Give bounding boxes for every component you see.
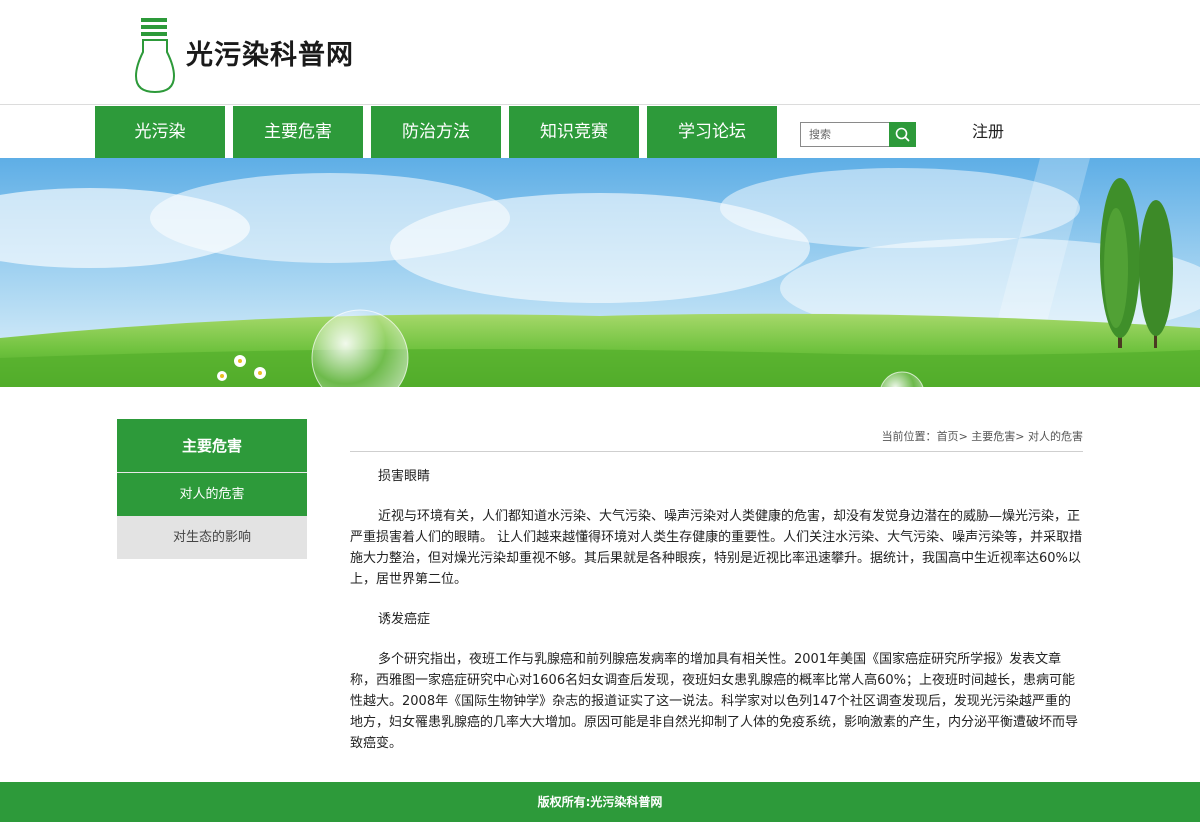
search-icon [895,127,910,142]
breadcrumb-level1[interactable]: 主要危害 [971,430,1015,443]
sidebar: 主要危害 对人的危害 对生态的影响 [117,419,307,559]
nav-item-prevention[interactable]: 防治方法 [371,106,501,158]
main-content: 当前位置：首页> 主要危害> 对人的危害 损害眼睛 近视与环境有关，人们都知道水… [350,425,1083,773]
site-title[interactable]: 光污染科普网 [186,38,354,74]
breadcrumb-prefix: 当前位置： [881,430,937,443]
sidebar-heading: 主要危害 [117,419,307,473]
main-nav: 光污染 主要危害 防治方法 知识竞赛 学习论坛 注册 [0,106,1200,158]
section-body-cancer: 多个研究指出，夜班工作与乳腺癌和前列腺癌发病率的增加具有相关性。2001年美国《… [350,652,1079,751]
search-input[interactable] [800,122,890,147]
register-link[interactable]: 注册 [960,106,1016,158]
nav-item-light-pollution[interactable]: 光污染 [95,106,225,158]
sidebar-item-ecology-impact[interactable]: 对生态的影响 [117,516,307,559]
site-header: 光污染科普网 [0,0,1200,105]
breadcrumb-home[interactable]: 首页 [937,430,959,443]
section-title-cancer: 诱发癌症 [378,612,431,627]
breadcrumb-separator: > [1015,430,1025,443]
nav-item-main-hazards[interactable]: 主要危害 [233,106,363,158]
breadcrumb: 当前位置：首页> 主要危害> 对人的危害 [350,425,1083,452]
section-body-eye-damage: 近视与环境有关，人们都知道水污染、大气污染、噪声污染对人类健康的危害，却没有发觉… [350,509,1083,587]
nav-item-quiz[interactable]: 知识竞赛 [509,106,639,158]
breadcrumb-separator: > [958,430,968,443]
nav-item-forum[interactable]: 学习论坛 [647,106,777,158]
breadcrumb-level2[interactable]: 对人的危害 [1028,430,1083,443]
site-footer: 版权所有:光污染科普网 [0,782,1200,822]
lightbulb-logo-icon [134,18,176,94]
sidebar-item-human-hazards[interactable]: 对人的危害 [117,473,307,516]
search-button[interactable] [889,122,916,147]
section-title-eye-damage: 损害眼睛 [378,469,431,484]
meadow-sky-illustration [0,158,1200,387]
banner-image [0,158,1200,387]
copyright-text: 版权所有:光污染科普网 [537,795,663,809]
article-body: 损害眼睛 近视与环境有关，人们都知道水污染、大气污染、噪声污染对人类健康的危害，… [350,452,1083,754]
